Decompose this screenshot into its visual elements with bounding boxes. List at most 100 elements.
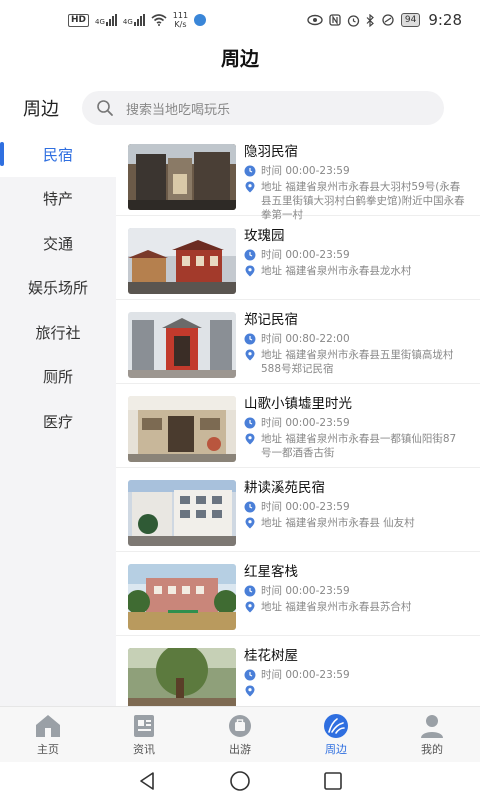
list-item[interactable]: 桂花树屋 时间 00:00-23:59 [116,636,480,706]
list-item[interactable]: 玫瑰园 时间 00:00-23:59 地址 福建省泉州市永春县龙水村 [116,216,480,300]
nav-profile[interactable]: 我的 [384,707,480,762]
signal-icon: 4G [95,14,117,26]
sidebar-item-restroom[interactable]: 厕所 [0,355,116,400]
back-icon[interactable] [136,770,158,792]
bottom-nav: 主页 资讯 出游 周边 我的 [0,706,480,762]
clock-icon [244,333,256,345]
page-title: 周边 [220,48,259,70]
sidebar-item-label: 民宿 [42,145,73,164]
system-nav-bar [0,762,480,800]
status-right: 94 9:28 [307,11,462,29]
clock-icon [244,669,256,681]
place-photo [128,480,236,546]
sidebar-item-label: 娱乐场所 [27,279,88,298]
nav-label: 资讯 [133,742,155,756]
sidebar-item-label: 交通 [42,234,73,253]
sidebar-item-medical[interactable]: 医疗 [0,399,116,444]
sidebar-item-homestay[interactable]: 民宿 [0,132,116,177]
location-pin-icon [245,601,255,613]
nav-travel[interactable]: 出游 [192,707,288,762]
signal-icon: 4G [123,14,145,26]
battery-icon: 94 [400,13,421,27]
place-address: 地址 福建省泉州市永春县龙水村 [261,265,412,277]
sidebar-item-travel-agency[interactable]: 旅行社 [0,310,116,355]
nav-home[interactable]: 主页 [0,707,96,762]
nav-label: 我的 [421,742,443,756]
location-pin-icon [245,181,255,193]
sidebar-item-label: 特产 [42,190,73,209]
place-name: 耕读溪苑民宿 [244,480,325,496]
place-photo [128,564,236,630]
net-speed-value: 111 [172,11,189,20]
place-name: 郑记民宿 [244,312,298,328]
place-hours: 时间 00:00-23:59 [261,585,350,597]
place-photo [128,312,236,378]
sidebar-item-label: 旅行社 [35,323,81,342]
travel-icon [229,714,251,737]
clock-icon [244,585,256,597]
net-speed-unit: K/s [174,20,187,29]
hd-icon: HD [68,13,90,27]
list-item[interactable]: 隐羽民宿 时间 00:00-23:59 地址 福建省泉州市永春县大羽村59号(永… [116,132,480,221]
category-sidebar: 民宿 特产 交通 娱乐场所 旅行社 厕所 医疗 [0,132,116,706]
sidebar-item-entertainment[interactable]: 娱乐场所 [0,266,116,311]
location-pin-icon [245,517,255,529]
place-address: 地址 福建省泉州市永春县一都镇仙阳街87号一都酒香古街 [261,433,457,459]
place-name: 山歌小镇墟里时光 [244,396,352,412]
location-pin-icon [245,265,255,277]
place-photo [128,228,236,294]
app-dot-icon [194,14,207,26]
list-item[interactable]: 耕读溪苑民宿 时间 00:00-23:59 地址 福建省泉州市永春县 仙友村 [116,468,480,552]
sidebar-item-label: 医疗 [42,412,73,431]
wifi-icon [151,14,167,26]
sidebar-item-transport[interactable]: 交通 [0,221,116,266]
status-bar: HD 4G 4G 111 K/s 94 9:28 [0,0,480,40]
home-circle-icon[interactable] [229,770,251,792]
sidebar-item-specialty[interactable]: 特产 [0,177,116,222]
list-item[interactable]: 郑记民宿 时间 00:80-22:00 地址 福建省泉州市永春县五里街镇高垅村5… [116,300,480,384]
place-hours: 时间 00:80-22:00 [261,333,350,345]
place-name: 隐羽民宿 [244,144,298,160]
home-icon [36,714,60,737]
search-icon [97,100,113,116]
place-address: 地址 福建省泉州市永春县 仙友村 [261,517,415,529]
clock: 9:28 [428,11,462,29]
location-pin-icon [245,685,255,697]
place-name: 红星客栈 [244,564,298,580]
nav-label: 出游 [229,742,251,756]
clock-icon [244,249,256,261]
status-left: HD 4G 4G 111 K/s [68,11,207,29]
place-hours: 时间 00:00-23:59 [261,501,350,513]
alarm-icon [347,14,360,27]
clock-icon [244,417,256,429]
location-pin-icon [245,349,255,361]
eye-icon [307,14,323,26]
network-type-1: 4G [95,18,105,26]
place-address: 地址 福建省泉州市永春县苏合村 [261,601,412,613]
nav-nearby[interactable]: 周边 [288,707,384,762]
list-item[interactable]: 山歌小镇墟里时光 时间 00:00-23:59 地址 福建省泉州市永春县一都镇仙… [116,384,480,468]
nav-news[interactable]: 资讯 [96,707,192,762]
place-photo [128,648,236,706]
search-input[interactable]: 搜索当地吃喝玩乐 [82,91,444,125]
nav-label: 主页 [37,742,59,756]
list-item[interactable]: 红星客栈 时间 00:00-23:59 地址 福建省泉州市永春县苏合村 [116,552,480,636]
link-icon [382,14,394,26]
search-header: 周边 搜索当地吃喝玩乐 [0,88,480,128]
search-placeholder: 搜索当地吃喝玩乐 [126,102,231,118]
clock-icon [244,501,256,513]
profile-icon [421,714,443,738]
nfc-icon [329,14,341,26]
location-pin-icon [245,433,255,445]
nav-label: 周边 [325,742,347,756]
place-hours: 时间 00:00-23:59 [261,417,350,429]
recent-apps-icon[interactable] [322,770,344,792]
place-list[interactable]: 隐羽民宿 时间 00:00-23:59 地址 福建省泉州市永春县大羽村59号(永… [116,132,480,706]
place-address: 地址 福建省泉州市永春县五里街镇高垅村588号郑记民宿 [261,349,454,375]
network-type-2: 4G [122,18,133,26]
place-name: 桂花树屋 [244,648,298,664]
place-photo [128,144,236,210]
nearby-icon [324,713,348,738]
sidebar-item-label: 厕所 [42,368,73,387]
place-hours: 时间 00:00-23:59 [261,669,350,681]
